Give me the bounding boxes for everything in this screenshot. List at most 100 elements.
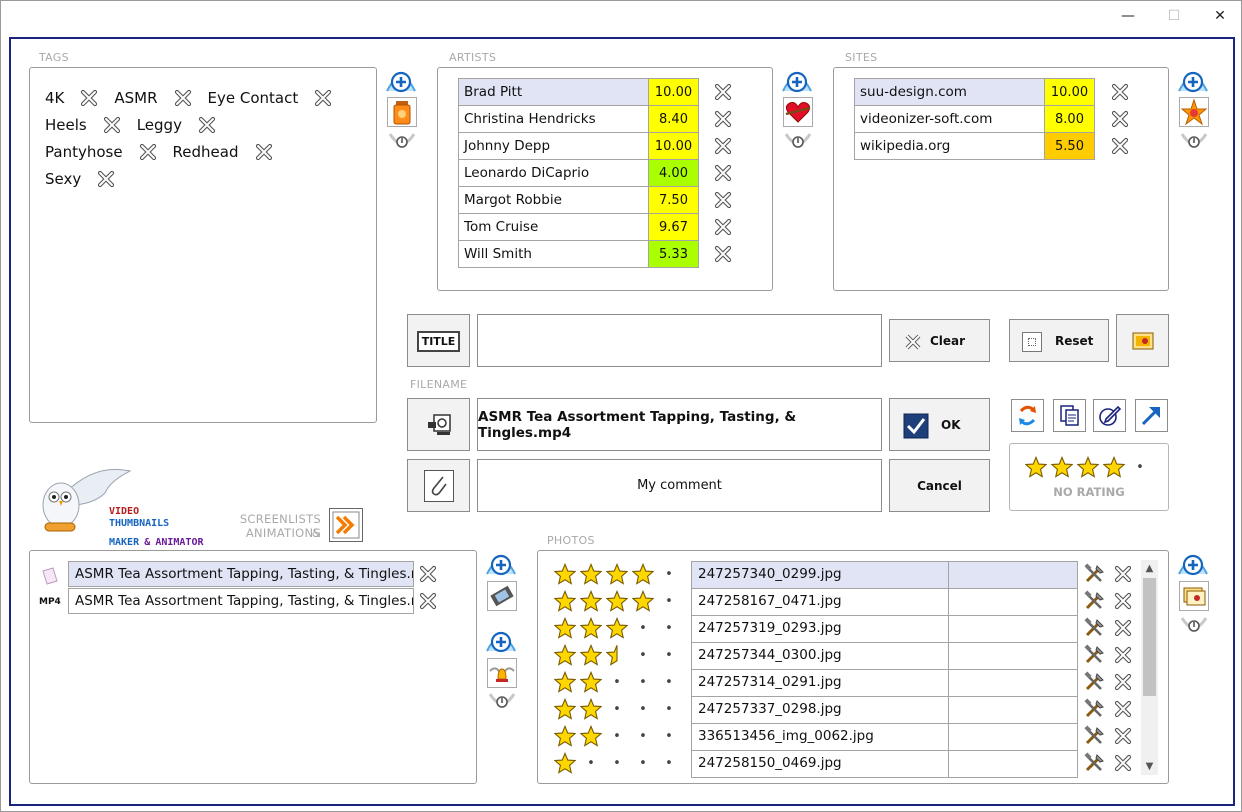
remove-photo-icon[interactable]: [1114, 565, 1132, 583]
add-site-button[interactable]: [1177, 69, 1209, 97]
remove-photo-icon[interactable]: [1114, 754, 1132, 772]
photos-refresh-button[interactable]: [1180, 617, 1208, 639]
artists-refresh-button[interactable]: [784, 133, 812, 155]
photo-filename-cell[interactable]: 247257337_0298.jpg: [691, 696, 949, 724]
star-icon[interactable]: [580, 644, 606, 666]
remove-photo-icon[interactable]: [1114, 700, 1132, 718]
empty-star-dot[interactable]: •: [606, 752, 628, 774]
file-film-button[interactable]: [487, 581, 517, 611]
rating-clear-dot[interactable]: •: [658, 563, 680, 585]
photo-extra-cell[interactable]: [948, 696, 1078, 724]
photo-rating-stars[interactable]: • •: [554, 615, 684, 641]
star-icon[interactable]: [580, 617, 606, 639]
remove-file-icon[interactable]: [419, 565, 437, 583]
minimize-button[interactable]: —: [1105, 1, 1151, 31]
tools-icon[interactable]: [1083, 644, 1105, 666]
table-row[interactable]: Tom Cruise 9.67: [458, 213, 699, 241]
remove-photo-icon[interactable]: [1114, 727, 1132, 745]
name-cell[interactable]: Christina Hendricks: [458, 105, 649, 133]
photo-filename-cell[interactable]: 336513456_img_0062.jpg: [691, 723, 949, 751]
remove-row-icon[interactable]: [1111, 110, 1129, 128]
name-cell[interactable]: Will Smith: [458, 240, 649, 268]
remove-tag-icon[interactable]: [103, 116, 121, 134]
tools-icon[interactable]: [1083, 725, 1105, 747]
star-icon[interactable]: [580, 590, 606, 612]
add-file-button[interactable]: [485, 552, 517, 580]
table-row[interactable]: suu-design.com 10.00: [854, 78, 1095, 106]
tools-icon[interactable]: [1083, 617, 1105, 639]
name-cell[interactable]: wikipedia.org: [854, 132, 1045, 160]
comment-icon-button[interactable]: [407, 459, 470, 512]
remove-tag-icon[interactable]: [174, 89, 192, 107]
star-icon[interactable]: [580, 671, 606, 693]
star-icon[interactable]: [606, 563, 632, 585]
sites-refresh-button[interactable]: [1180, 133, 1208, 155]
rating-clear-dot[interactable]: •: [658, 617, 680, 639]
remove-tag-icon[interactable]: [80, 89, 98, 107]
tag-jar-button[interactable]: [387, 97, 417, 127]
photo-rating-stars[interactable]: • • • •: [554, 750, 684, 776]
empty-star-dot[interactable]: •: [632, 644, 654, 666]
remove-tag-icon[interactable]: [198, 116, 216, 134]
star-icon[interactable]: [606, 590, 632, 612]
photo-extra-cell[interactable]: [948, 561, 1078, 589]
remove-photo-icon[interactable]: [1114, 646, 1132, 664]
close-window-button[interactable]: ✕: [1197, 1, 1242, 31]
star-icon[interactable]: [1103, 456, 1129, 478]
remove-row-icon[interactable]: [1111, 137, 1129, 155]
remove-row-icon[interactable]: [714, 164, 732, 182]
star-icon[interactable]: [606, 617, 632, 639]
star-icon[interactable]: [554, 725, 580, 747]
tags-refresh-button[interactable]: [388, 133, 416, 155]
photo-filename-cell[interactable]: 247258167_0471.jpg: [691, 588, 949, 616]
rating-clear-dot[interactable]: •: [658, 698, 680, 720]
table-row[interactable]: Brad Pitt 10.00: [458, 78, 699, 106]
photo-rating-stars[interactable]: •: [554, 588, 684, 614]
star-icon[interactable]: [580, 725, 606, 747]
remove-row-icon[interactable]: [714, 83, 732, 101]
edit-button[interactable]: [1093, 399, 1126, 432]
title-icon-button[interactable]: TITLE: [407, 314, 470, 367]
file-row[interactable]: ASMR Tea Assortment Tapping, Tasting, & …: [68, 561, 414, 587]
comment-input[interactable]: My comment: [477, 459, 882, 512]
photo-picture-button[interactable]: [1179, 581, 1209, 611]
star-icon[interactable]: [554, 671, 580, 693]
star-icon[interactable]: [632, 590, 658, 612]
ok-button[interactable]: OK: [889, 398, 990, 451]
rating-stars[interactable]: •: [1025, 454, 1155, 480]
maximize-button[interactable]: ☐: [1151, 1, 1197, 31]
star-icon[interactable]: [554, 698, 580, 720]
name-cell[interactable]: Brad Pitt: [458, 78, 649, 106]
copy-button[interactable]: [1053, 399, 1086, 432]
title-input[interactable]: [477, 314, 882, 367]
star-icon[interactable]: [1077, 456, 1103, 478]
files-refresh-button[interactable]: [488, 693, 516, 715]
photos-scrollbar[interactable]: ▲ ▼: [1141, 560, 1158, 775]
empty-star-dot[interactable]: •: [606, 725, 628, 747]
scroll-thumb[interactable]: [1143, 578, 1156, 696]
add-photo-button[interactable]: [1177, 552, 1209, 580]
half-star-icon[interactable]: [606, 644, 632, 666]
rating-clear-dot[interactable]: •: [658, 644, 680, 666]
table-row[interactable]: Christina Hendricks 8.40: [458, 105, 699, 133]
rating-clear-dot[interactable]: •: [658, 725, 680, 747]
photo-extra-cell[interactable]: [948, 615, 1078, 643]
remove-row-icon[interactable]: [714, 110, 732, 128]
clear-button[interactable]: Clear: [889, 319, 990, 362]
rating-clear-dot[interactable]: •: [1129, 456, 1151, 478]
rating-clear-dot[interactable]: •: [658, 590, 680, 612]
scroll-up-icon[interactable]: ▲: [1141, 560, 1158, 577]
star-icon[interactable]: [554, 563, 580, 585]
rating-clear-dot[interactable]: •: [658, 752, 680, 774]
photo-filename-cell[interactable]: 247257340_0299.jpg: [691, 561, 949, 589]
name-cell[interactable]: Tom Cruise: [458, 213, 649, 241]
table-row[interactable]: Leonardo DiCaprio 4.00: [458, 159, 699, 187]
filename-input[interactable]: ASMR Tea Assortment Tapping, Tasting, & …: [477, 398, 882, 451]
name-cell[interactable]: suu-design.com: [854, 78, 1045, 106]
remove-row-icon[interactable]: [714, 137, 732, 155]
name-cell[interactable]: videonizer-soft.com: [854, 105, 1045, 133]
remove-tag-icon[interactable]: [255, 143, 273, 161]
site-star-button[interactable]: [1179, 97, 1209, 127]
remove-photo-icon[interactable]: [1114, 673, 1132, 691]
tools-icon[interactable]: [1083, 563, 1105, 585]
